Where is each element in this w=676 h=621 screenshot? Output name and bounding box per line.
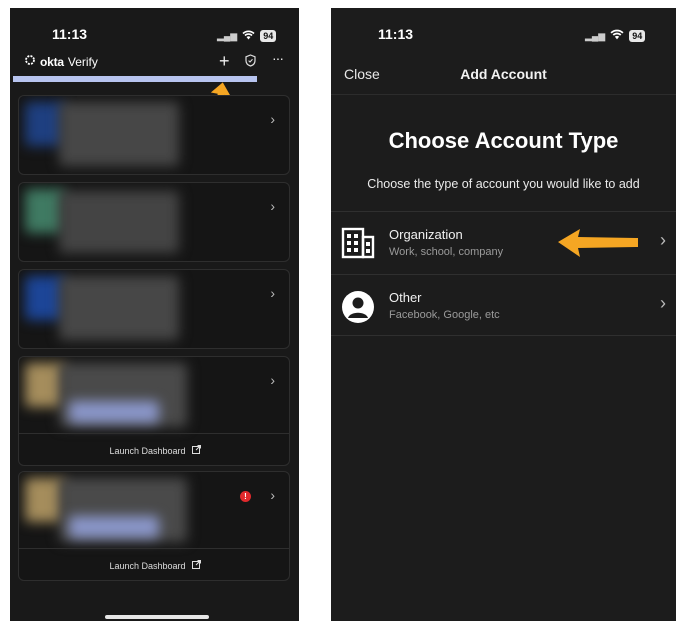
page-subtitle: Choose the type of account you would lik… xyxy=(367,177,640,191)
chevron-right-icon: › xyxy=(270,285,275,301)
add-account-screen: 11:13 ▂▄▆ 94 Add Account Close Choose Ac… xyxy=(331,8,676,621)
account-card[interactable]: › xyxy=(18,269,290,349)
more-icon[interactable]: ··· xyxy=(272,49,284,67)
close-button[interactable]: Close xyxy=(344,66,380,82)
status-icons: ▂▄▆ 94 xyxy=(585,27,646,45)
chevron-right-icon: › xyxy=(270,372,275,388)
status-time: 11:13 xyxy=(378,26,414,42)
external-link-icon xyxy=(191,560,201,571)
launch-dashboard-button[interactable]: Launch Dashboard xyxy=(19,548,289,580)
account-details-blurred xyxy=(59,102,179,166)
arrow-annotation-icon xyxy=(556,226,642,265)
chevron-right-icon: › xyxy=(270,198,275,214)
battery-icon: 94 xyxy=(629,30,646,42)
plus-icon[interactable]: + xyxy=(219,52,230,70)
option-label: Other xyxy=(389,290,422,305)
chevron-right-icon: › xyxy=(270,111,275,127)
page-title: Choose Account Type xyxy=(388,128,619,153)
wifi-icon xyxy=(242,27,255,45)
option-description: Work, school, company xyxy=(389,246,504,258)
launch-dashboard-button[interactable]: Launch Dashboard xyxy=(19,433,289,465)
status-time: 11:13 xyxy=(52,26,88,42)
signal-icon: ▂▄▆ xyxy=(585,30,606,41)
brand-name: okta xyxy=(40,54,64,69)
account-card[interactable]: › Launch Dashboard xyxy=(18,356,290,466)
alert-badge: ! xyxy=(240,491,251,502)
person-icon xyxy=(341,290,375,329)
account-details-blurred xyxy=(59,191,179,253)
account-card[interactable]: › xyxy=(18,95,290,175)
status-icons: ▂▄▆ 94 xyxy=(217,27,277,45)
app-header: okta Verify + ··· xyxy=(10,49,299,76)
chevron-right-icon: › xyxy=(660,230,666,250)
nav-title: Add Account xyxy=(460,66,547,82)
account-details-blurred xyxy=(69,516,159,538)
launch-dashboard-label: Launch Dashboard xyxy=(109,445,186,456)
launch-dashboard-label: Launch Dashboard xyxy=(109,560,186,571)
account-card[interactable]: ! › Launch Dashboard xyxy=(18,471,290,581)
okta-logo-icon xyxy=(24,54,36,69)
account-details-blurred xyxy=(69,401,159,423)
account-card[interactable]: › xyxy=(18,182,290,262)
signal-icon: ▂▄▆ xyxy=(217,30,238,41)
okta-verify-logo: okta Verify xyxy=(24,54,98,69)
okta-verify-home-screen: 11:13 ▂▄▆ 94 okta Verify + ··· › › › › L… xyxy=(10,8,299,621)
brand-product: Verify xyxy=(67,54,98,69)
option-description: Facebook, Google, etc xyxy=(389,309,500,321)
external-link-icon xyxy=(191,445,201,456)
wifi-icon xyxy=(610,27,624,45)
chevron-right-icon: › xyxy=(270,487,275,503)
battery-icon: 94 xyxy=(260,30,277,42)
home-indicator[interactable] xyxy=(105,615,209,619)
account-type-other[interactable]: Other Facebook, Google, etc › xyxy=(331,274,676,336)
nav-divider xyxy=(331,94,676,95)
chevron-right-icon: › xyxy=(660,293,666,313)
building-icon xyxy=(341,227,375,264)
account-details-blurred xyxy=(59,276,179,340)
option-label: Organization xyxy=(389,227,463,242)
shield-icon[interactable] xyxy=(245,54,256,72)
